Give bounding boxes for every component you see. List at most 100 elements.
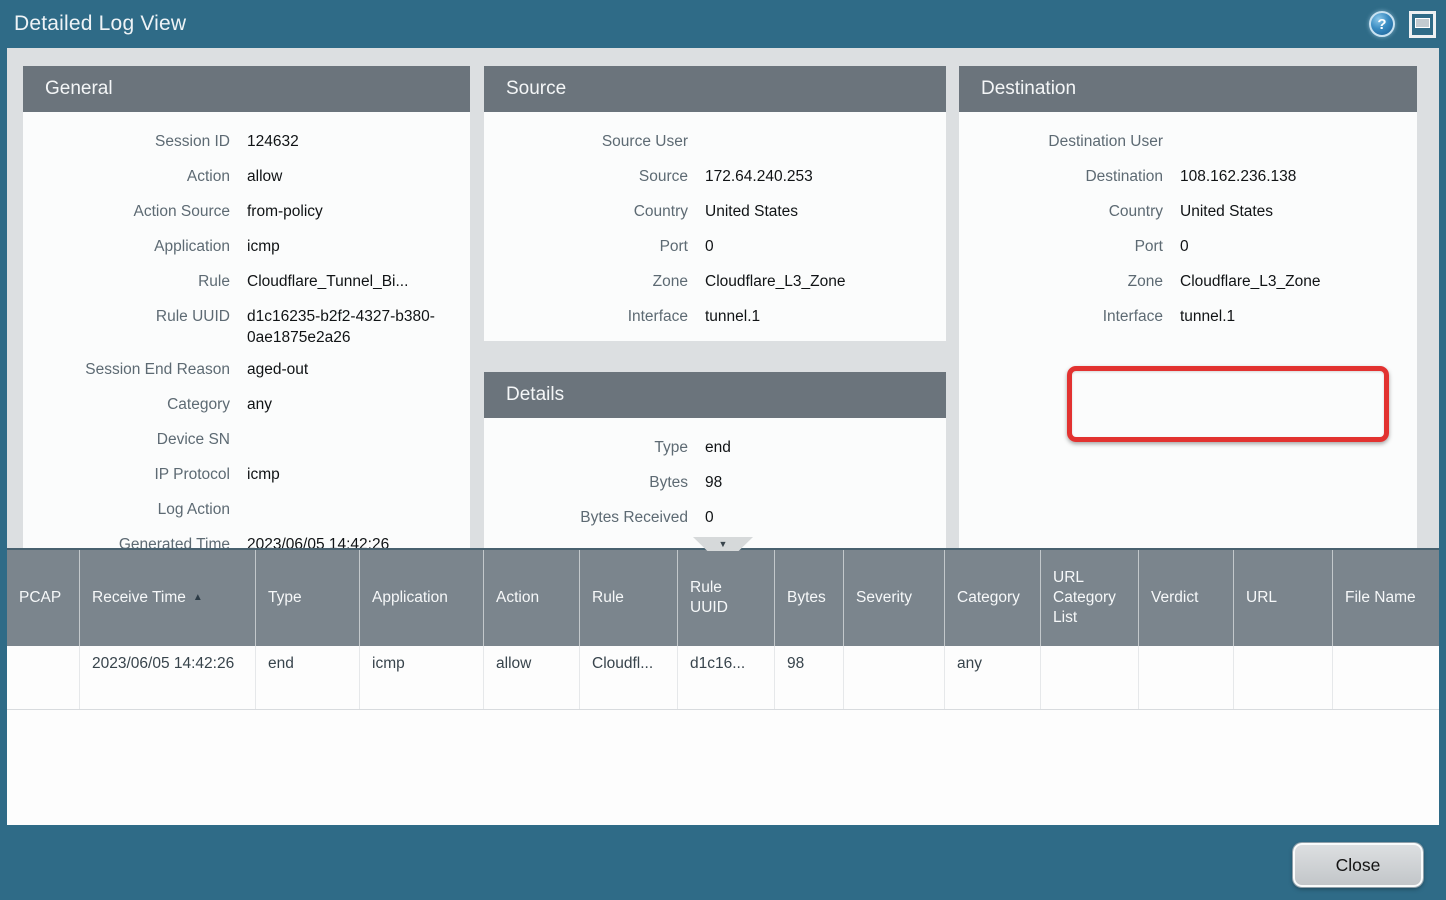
detail-row-session-end-reason: Session End Reason aged-out [23,353,470,388]
detail-row-rule: Rule Cloudflare_Tunnel_Bi... [23,265,470,300]
table-row[interactable]: 2023/06/05 14:42:26 end icmp allow Cloud… [7,646,1439,710]
column-header-label: PCAP [19,588,61,608]
detail-row-session-id: Session ID 124632 [23,125,470,160]
column-header-url-category-list[interactable]: URL Category List [1041,550,1139,646]
field-label: Rule UUID [23,306,230,327]
field-value: any [247,394,272,415]
field-value: Cloudflare_L3_Zone [705,271,845,292]
details-panel: Details Type end Bytes 98 Bytes Received… [484,372,946,548]
field-label: Country [484,201,688,222]
detail-row-bytes: Bytes 98 [484,466,946,501]
column-header-label: Rule [592,588,624,608]
field-value: 2023/06/05 14:42:26 [247,534,389,548]
column-header-label: Severity [856,588,912,608]
details-panel-header: Details [484,372,946,418]
destination-zone-interface-highlight [1067,366,1389,442]
field-label: Interface [959,306,1163,327]
detail-row-zone: Zone Cloudflare_L3_Zone [484,265,946,300]
source-panel-body: Source User Source 172.64.240.253 Countr… [484,112,946,341]
field-value: 124632 [247,131,299,152]
field-label: Type [484,437,688,458]
cell-rule: Cloudfl... [580,646,678,709]
detail-row-log-action: Log Action [23,493,470,528]
detail-row-application: Application icmp [23,230,470,265]
column-header-url[interactable]: URL [1234,550,1333,646]
column-header-severity[interactable]: Severity [844,550,945,646]
column-header-pcap[interactable]: PCAP [7,550,80,646]
general-panel-body: Session ID 124632 Action allow Action So… [23,112,470,548]
detail-row-type: Type end [484,431,946,466]
cell-file-name [1333,646,1439,709]
column-header-type[interactable]: Type [256,550,360,646]
detail-row-device-sn: Device SN [23,423,470,458]
column-header-rule-uuid[interactable]: Rule UUID [678,550,775,646]
detail-row-country: Country United States [959,195,1417,230]
general-panel: General Session ID 124632 Action allow A… [23,66,470,548]
field-label: Category [23,394,230,415]
destination-panel-body: Destination User Destination 108.162.236… [959,112,1417,548]
column-header-verdict[interactable]: Verdict [1139,550,1234,646]
cell-receive-time: 2023/06/05 14:42:26 [80,646,256,709]
field-label: Port [959,236,1163,257]
destination-panel: Destination Destination User Destination… [959,66,1417,548]
detail-row-rule-uuid: Rule UUID d1c16235-b2f2-4327-b380-0ae187… [23,300,470,353]
title-bar: Detailed Log View ? [0,0,1446,48]
column-header-category[interactable]: Category [945,550,1041,646]
detail-row-bytes-received: Bytes Received 0 [484,501,946,536]
field-label: Bytes Received [484,507,688,528]
column-header-bytes[interactable]: Bytes [775,550,844,646]
help-icon[interactable]: ? [1369,11,1395,37]
source-panel: Source Source User Source 172.64.240.253… [484,66,946,341]
detail-row-interface: Interface tunnel.1 [484,300,946,335]
column-header-receive-time[interactable]: Receive Time ▲ [80,550,256,646]
detail-row-source: Source 172.64.240.253 [484,160,946,195]
field-value: d1c16235-b2f2-4327-b380-0ae1875e2a26 [247,306,447,348]
field-value: United States [705,201,798,222]
detail-row-port: Port 0 [484,230,946,265]
detail-row-zone: Zone Cloudflare_L3_Zone [959,265,1417,300]
detail-row-country: Country United States [484,195,946,230]
field-value: 108.162.236.138 [1180,166,1296,187]
chevron-down-icon: ▼ [719,539,728,549]
general-panel-header: General [23,66,470,112]
field-label: Device SN [23,429,230,450]
cell-application: icmp [360,646,484,709]
column-header-label: Category [957,588,1020,608]
field-label: Action [23,166,230,187]
column-header-file-name[interactable]: File Name [1333,550,1439,646]
close-button[interactable]: Close [1293,843,1423,887]
field-label: Rule [23,271,230,292]
column-header-action[interactable]: Action [484,550,580,646]
column-header-label: Verdict [1151,588,1198,608]
sort-ascending-icon: ▲ [193,588,203,608]
field-label: Zone [484,271,688,292]
field-value: 98 [705,472,722,493]
cell-category: any [945,646,1041,709]
detail-row-generated-time: Generated Time 2023/06/05 14:42:26 [23,528,470,548]
field-label: Destination User [959,131,1163,152]
cell-verdict [1139,646,1234,709]
column-header-label: Application [372,588,448,608]
column-header-rule[interactable]: Rule [580,550,678,646]
field-value: Cloudflare_Tunnel_Bi... [247,271,408,292]
field-label: Source [484,166,688,187]
field-label: Action Source [23,201,230,222]
detail-row-destination-user: Destination User [959,125,1417,160]
field-value: end [705,437,731,458]
restore-window-icon[interactable] [1409,11,1436,38]
detail-row-action: Action allow [23,160,470,195]
field-label: Port [484,236,688,257]
detail-row-interface: Interface tunnel.1 [959,300,1417,335]
field-value: Cloudflare_L3_Zone [1180,271,1320,292]
detail-panels-area: General Session ID 124632 Action allow A… [7,48,1439,548]
column-header-application[interactable]: Application [360,550,484,646]
field-value: 0 [705,236,714,257]
field-label: Generated Time [23,534,230,548]
column-header-label: URL [1246,588,1277,608]
field-value: allow [247,166,282,187]
detail-row-destination: Destination 108.162.236.138 [959,160,1417,195]
field-value: 172.64.240.253 [705,166,813,187]
field-label: Session ID [23,131,230,152]
detailed-log-view-dialog: Detailed Log View ? General Session ID 1… [0,0,1446,900]
field-label: Session End Reason [23,359,230,380]
